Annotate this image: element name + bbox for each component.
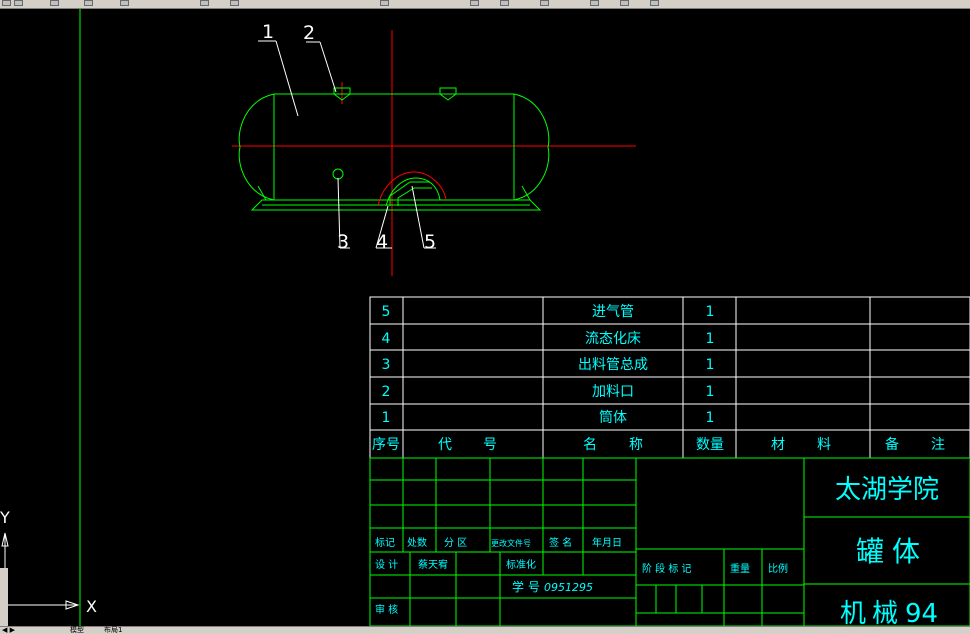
rev-label: 分 区 (444, 537, 467, 549)
header-name-b: 称 (629, 437, 643, 453)
bom-row-qty: 1 (706, 410, 715, 426)
toolbar-button[interactable] (380, 0, 389, 6)
std-label: 标准化 (506, 558, 536, 571)
bom-row-seq: 5 (382, 304, 391, 320)
student-number: 0951295 (544, 581, 593, 594)
toolbar-button[interactable] (2, 0, 11, 6)
header-seq: 序号 (372, 437, 400, 453)
balloon-5: 5 (424, 231, 436, 253)
toolbar-button[interactable] (230, 0, 239, 6)
header-code-b: 号 (483, 437, 497, 453)
header-qty: 数量 (696, 437, 724, 453)
bom-row-qty: 1 (706, 331, 715, 347)
part-name-a: 罐 (856, 535, 884, 568)
toolbar-button[interactable] (200, 0, 209, 6)
bom-row-name: 筒体 (599, 409, 627, 426)
rev-label: 年月日 (592, 536, 622, 549)
bom-row-seq: 1 (382, 410, 391, 426)
toolbar-button[interactable] (470, 0, 479, 6)
bom-row-qty: 1 (706, 357, 715, 373)
bom-row-seq: 4 (382, 331, 391, 347)
top-toolbar (0, 0, 970, 9)
weight-label: 重量 (730, 562, 750, 575)
toolbar-button[interactable] (84, 0, 93, 6)
left-scrollbar[interactable] (0, 568, 8, 626)
bom-row-name: 加料口 (592, 384, 634, 400)
dept-b: 械 (872, 599, 898, 626)
toolbar-button[interactable] (650, 0, 659, 6)
bom-row-seq: 2 (382, 384, 391, 400)
toolbar-button[interactable] (540, 0, 549, 6)
drawing-canvas[interactable]: 1 2 3 4 5 5 进气管 1 4 流态化床 1 3 出料管总成 1 2 加… (0, 9, 970, 626)
dept-num: 94 (905, 599, 938, 626)
school-name: 太湖学院 (835, 475, 939, 505)
rev-label: 处数 (407, 536, 427, 549)
balloon-4: 4 (376, 231, 388, 253)
balloon-2: 2 (303, 22, 315, 44)
toolbar-button[interactable] (120, 0, 129, 6)
dept-a: 机 (840, 599, 866, 626)
scale-label: 比例 (768, 562, 788, 575)
ucs-y-label: Y (0, 508, 10, 527)
designer-name: 蔡天宥 (418, 558, 448, 571)
toolbar-button[interactable] (590, 0, 599, 6)
student-label: 学 号 (512, 579, 540, 594)
balloon-3: 3 (337, 231, 349, 253)
toolbar-button[interactable] (500, 0, 509, 6)
bom-row-name: 出料管总成 (578, 357, 648, 373)
bom-row-seq: 3 (382, 357, 391, 373)
toolbar-button[interactable] (14, 0, 23, 6)
rev-label: 更改文件号 (491, 538, 531, 548)
toolbar-button[interactable] (620, 0, 629, 6)
header-note-a: 备 (885, 436, 899, 453)
balloon-1: 1 (262, 21, 274, 43)
review-label: 审 核 (375, 603, 398, 616)
rev-label: 标记 (375, 537, 395, 549)
ucs-x-label: X (86, 597, 97, 616)
header-mat-a: 材 (771, 437, 785, 453)
bom-row-qty: 1 (706, 304, 715, 320)
header-code-a: 代 (438, 437, 452, 453)
part-name-b: 体 (892, 535, 920, 568)
header-mat-b: 料 (817, 437, 831, 453)
stage-label: 阶 段 标 记 (642, 562, 692, 575)
design-label: 设 计 (375, 558, 398, 571)
header-name-a: 名 (583, 437, 597, 453)
rev-label: 签 名 (549, 536, 572, 549)
header-note-b: 注 (931, 437, 945, 453)
bom-row-qty: 1 (706, 384, 715, 400)
bom-row-name: 进气管 (592, 304, 634, 320)
bom-row-name: 流态化床 (585, 331, 641, 347)
toolbar-button[interactable] (50, 0, 59, 6)
